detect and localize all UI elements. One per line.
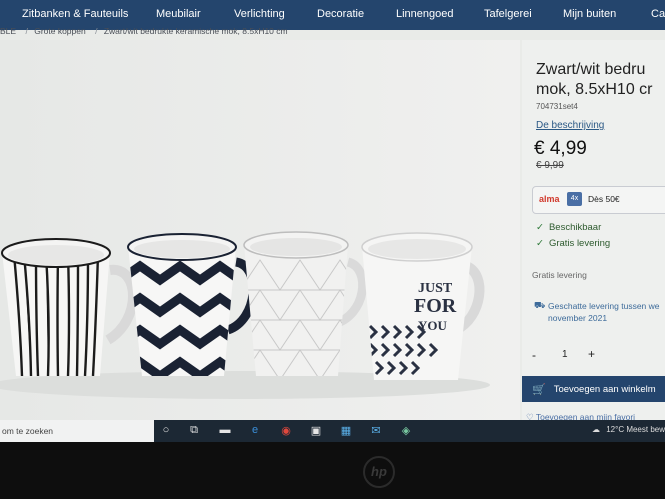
weather-text[interactable]: 12°C Meest bew <box>606 425 665 434</box>
product-image[interactable]: JUST FOR YOU <box>0 40 520 420</box>
hp-logo: hp <box>363 456 395 488</box>
product-price: € 4,99 <box>534 138 587 159</box>
breadcrumb: BLE / Grote koppen / Zwart/wit bedrukte … <box>0 26 520 40</box>
alma-installments-badge: 4x <box>567 192 582 206</box>
breadcrumb-separator: / <box>95 26 98 36</box>
task-view-icon[interactable]: ⧉ <box>186 424 202 438</box>
laptop-bezel: hp <box>0 442 665 499</box>
breadcrumb-item[interactable]: BLE <box>0 26 16 36</box>
calendar-icon[interactable]: ▦ <box>338 424 354 438</box>
mail-icon[interactable]: ✉ <box>368 424 384 438</box>
quantity-increase-button[interactable]: + <box>588 347 595 361</box>
store-icon[interactable]: ▣ <box>308 424 324 438</box>
check-icon: ✓ <box>536 222 544 233</box>
taskbar: om te zoeken ○ ⧉ ▬ e ◉ ▣ ▦ ✉ ◈ ☁ 12°C Me… <box>0 420 665 442</box>
nav-item-cad[interactable]: Cad <box>651 8 665 20</box>
breadcrumb-item[interactable]: Grote koppen <box>34 26 86 36</box>
nav-item-verlichting[interactable]: Verlichting <box>234 8 285 20</box>
app-icon[interactable]: ◈ <box>398 424 414 438</box>
quantity-decrease-button[interactable]: - <box>532 348 536 362</box>
alma-payment-box[interactable]: alma 4x Dès 50€ <box>532 186 665 214</box>
nav-item-mijn-buiten[interactable]: Mijn buiten <box>563 8 616 20</box>
edge-icon[interactable]: e <box>247 424 263 438</box>
alma-logo: alma <box>539 194 560 204</box>
mug-text-for: FOR <box>414 295 457 317</box>
free-shipping-label: Gratis levering <box>548 238 611 249</box>
nav-item-meubilair[interactable]: Meubilair <box>156 8 201 20</box>
nav-item-linnengoed[interactable]: Linnengoed <box>396 8 454 20</box>
truck-icon: ⛟ <box>534 300 546 310</box>
product-sku: 704731set4 <box>536 102 578 111</box>
taskbar-search-input[interactable]: om te zoeken <box>0 420 154 442</box>
product-title-line: mok, 8.5xH10 cr <box>536 81 653 98</box>
browser-screen: Zitbanken & Fauteuils Meubilair Verlicht… <box>0 0 665 442</box>
chrome-icon[interactable]: ◉ <box>278 424 294 438</box>
description-link[interactable]: De beschrijving <box>536 120 604 131</box>
mug-text-just: JUST <box>418 281 453 296</box>
check-icon: ✓ <box>536 238 544 249</box>
nav-item-tafelgerei[interactable]: Tafelgerei <box>484 8 532 20</box>
cortana-icon[interactable]: ○ <box>158 424 174 438</box>
product-old-price: € 9,99 <box>536 160 564 171</box>
mug-text-you: YOU <box>418 318 448 333</box>
mugs-illustration: JUST FOR YOU <box>0 40 520 420</box>
system-tray: ☁ 12°C Meest bew <box>592 425 665 434</box>
nav-item-decoratie[interactable]: Decoratie <box>317 8 364 20</box>
add-to-cart-button[interactable]: 🛒 Toevoegen aan winkelm <box>522 376 665 402</box>
cloud-icon: ☁ <box>591 425 600 434</box>
product-title-line: Zwart/wit bedru <box>536 61 646 78</box>
breadcrumb-separator: / <box>25 26 28 36</box>
nav-item-zitbanken[interactable]: Zitbanken & Fauteuils <box>22 8 128 20</box>
shipping-note: Gratis levering <box>532 270 587 280</box>
availability-label: Beschikbaar <box>548 222 602 233</box>
product-info-panel: Zwart/wit bedru mok, 8.5xH10 cr 704731se… <box>522 40 665 422</box>
file-explorer-icon[interactable]: ▬ <box>217 424 233 438</box>
product-title: Zwart/wit bedru mok, 8.5xH10 cr <box>536 60 652 100</box>
breadcrumb-current: Zwart/wit bedrukte keramische mok, 8.5xH… <box>103 26 288 36</box>
delivery-estimate: Geschatte levering tussen we november 20… <box>548 301 660 323</box>
alma-text: Dès 50€ <box>588 194 620 204</box>
free-shipping-status: ✓ Gratis levering <box>536 238 610 249</box>
quantity-field[interactable]: 1 <box>562 349 568 360</box>
cart-icon: 🛒 <box>532 383 546 396</box>
add-to-cart-label: Toevoegen aan winkelm <box>553 383 656 395</box>
availability-status: ✓ Beschikbaar <box>536 222 601 233</box>
